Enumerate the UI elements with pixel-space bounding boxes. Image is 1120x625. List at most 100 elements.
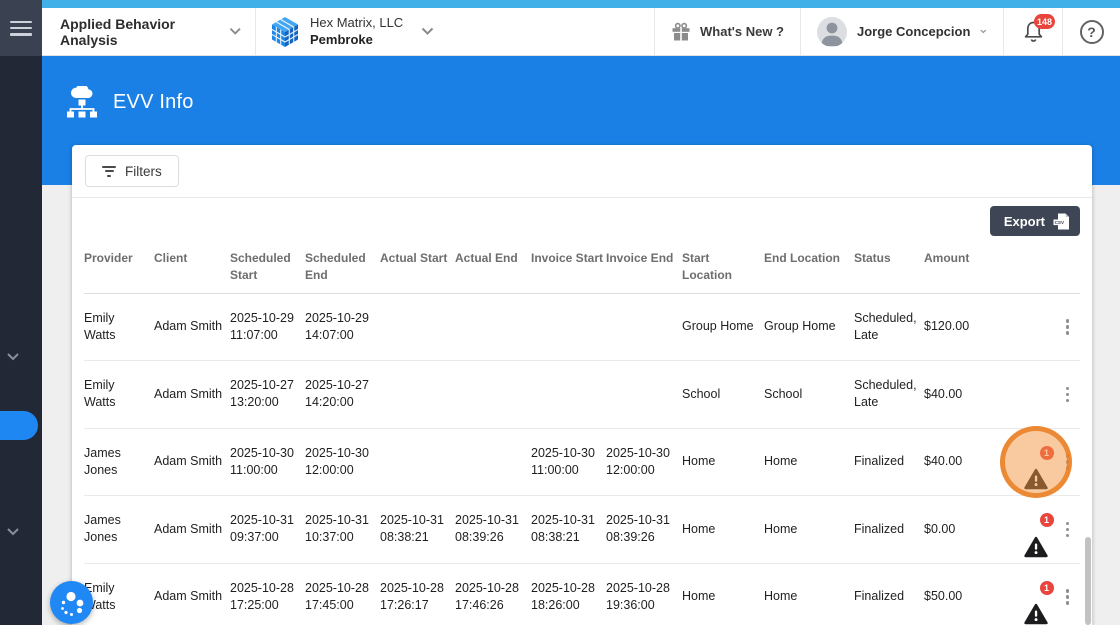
start-location-cell: School bbox=[682, 360, 764, 429]
provider-cell: James Jones bbox=[84, 495, 154, 564]
row-menu-button[interactable] bbox=[1063, 317, 1073, 337]
invoice-start-cell bbox=[531, 360, 606, 429]
provider-cell: James Jones bbox=[84, 428, 154, 497]
cookie-settings-button[interactable] bbox=[50, 581, 93, 624]
start-location-cell: Group Home bbox=[682, 293, 764, 362]
scheduled-end-cell: 2025-10-31 10:37:00 bbox=[305, 495, 380, 564]
scrollbar-thumb[interactable] bbox=[1085, 537, 1091, 625]
export-csv-button[interactable]: Export CSV bbox=[989, 206, 1080, 236]
filters-bar: Filters bbox=[72, 145, 1092, 198]
scheduled-end-cell: 2025-10-27 14:20:00 bbox=[305, 360, 380, 429]
end-location-cell: Home bbox=[764, 428, 854, 497]
invoice-start-cell: 2025-10-28 18:26:00 bbox=[531, 563, 606, 625]
cookie-icon bbox=[60, 591, 83, 616]
row-menu-button[interactable] bbox=[1063, 587, 1073, 607]
table-row: Emily Watts Adam Smith 2025-10-28 17:25:… bbox=[84, 563, 1080, 625]
provider-cell: Emily Watts bbox=[84, 293, 154, 362]
topbar: Applied Behavior Analysis Hex Matrix, LL… bbox=[42, 8, 1120, 56]
notifications-button[interactable]: 148 bbox=[1003, 8, 1062, 55]
warning-indicator[interactable]: 1 bbox=[1023, 445, 1054, 490]
evv-table-card: Filters Export CSV Provider Client Sched… bbox=[72, 145, 1092, 625]
start-location-cell: Home bbox=[682, 563, 764, 625]
sidebar-active-indicator[interactable] bbox=[0, 411, 38, 440]
evv-table: Provider Client Scheduled Start Schedule… bbox=[84, 244, 1080, 625]
scheduled-end-cell: 2025-10-30 12:00:00 bbox=[305, 428, 380, 497]
scheduled-end-cell: 2025-10-28 17:45:00 bbox=[305, 563, 380, 625]
actions-cell: 1 bbox=[998, 563, 1080, 625]
client-cell: Adam Smith bbox=[154, 495, 230, 564]
product-name: Applied Behavior Analysis bbox=[60, 15, 176, 48]
end-location-cell: School bbox=[764, 360, 854, 429]
actual-end-cell: 2025-10-28 17:46:26 bbox=[455, 563, 531, 625]
actions-cell bbox=[998, 360, 1080, 429]
actual-start-cell: 2025-10-28 17:26:17 bbox=[380, 563, 455, 625]
actual-end-cell: 2025-10-31 08:39:26 bbox=[455, 495, 531, 564]
col-header-actual-end: Actual End bbox=[455, 244, 531, 294]
client-cell: Adam Smith bbox=[154, 293, 230, 362]
scheduled-start-cell: 2025-10-30 11:00:00 bbox=[230, 428, 305, 497]
col-header-scheduled-end: Scheduled End bbox=[305, 244, 380, 294]
row-menu-button[interactable] bbox=[1063, 385, 1073, 405]
actual-end-cell bbox=[455, 293, 531, 362]
table-header-row: Provider Client Scheduled Start Schedule… bbox=[84, 244, 1080, 294]
col-header-amount: Amount bbox=[924, 244, 998, 294]
invoice-end-cell bbox=[606, 360, 682, 429]
status-cell: Scheduled, Late bbox=[854, 360, 924, 429]
client-cell: Adam Smith bbox=[154, 428, 230, 497]
row-menu-button[interactable] bbox=[1063, 452, 1073, 472]
provider-cell: Emily Watts bbox=[84, 360, 154, 429]
user-menu[interactable]: Jorge Concepcion bbox=[800, 8, 1003, 55]
help-button[interactable]: ? bbox=[1062, 8, 1120, 55]
question-mark-icon: ? bbox=[1079, 19, 1104, 44]
client-cell: Adam Smith bbox=[154, 360, 230, 429]
sidebar bbox=[0, 0, 42, 625]
actions-cell: 1 bbox=[998, 495, 1080, 564]
csv-file-icon: CSV bbox=[1053, 213, 1069, 229]
col-header-actions bbox=[998, 244, 1080, 294]
whats-new-button[interactable]: What's New ? bbox=[654, 8, 800, 55]
notification-count-badge: 148 bbox=[1034, 14, 1056, 29]
end-location-cell: Group Home bbox=[764, 293, 854, 362]
warning-count-badge: 1 bbox=[1039, 580, 1054, 595]
chevron-down-icon bbox=[980, 29, 987, 34]
sidebar-chevron-down-icon[interactable] bbox=[6, 352, 20, 362]
hamburger-icon bbox=[10, 20, 32, 36]
export-label: Export bbox=[1003, 213, 1045, 229]
sidebar-menu-button[interactable] bbox=[0, 0, 42, 56]
col-header-provider: Provider bbox=[84, 244, 154, 294]
export-row: Export CSV bbox=[84, 198, 1080, 244]
product-switcher[interactable]: Applied Behavior Analysis bbox=[42, 8, 256, 55]
organization-switcher[interactable]: Hex Matrix, LLC Pembroke bbox=[256, 8, 434, 55]
warning-count-badge: 1 bbox=[1039, 513, 1054, 528]
org-name: Hex Matrix, LLC bbox=[310, 14, 404, 30]
col-header-end-location: End Location bbox=[764, 244, 854, 294]
gift-icon bbox=[672, 22, 690, 40]
whats-new-label: What's New ? bbox=[700, 24, 784, 39]
warning-indicator[interactable]: 1 bbox=[1023, 513, 1054, 557]
actual-end-cell bbox=[455, 428, 531, 497]
actual-start-cell bbox=[380, 428, 455, 497]
warning-triangle-icon bbox=[1023, 603, 1048, 625]
provider-cell: Emily Watts bbox=[84, 563, 154, 625]
col-header-status: Status bbox=[854, 244, 924, 294]
cube-logo-icon bbox=[271, 16, 299, 47]
scheduled-start-cell: 2025-10-31 09:37:00 bbox=[230, 495, 305, 564]
actions-cell bbox=[998, 293, 1080, 362]
scheduled-start-cell: 2025-10-28 17:25:00 bbox=[230, 563, 305, 625]
warning-count-badge: 1 bbox=[1039, 445, 1054, 460]
page-title: EVV Info bbox=[113, 90, 194, 113]
client-cell: Adam Smith bbox=[154, 563, 230, 625]
actual-end-cell bbox=[455, 360, 531, 429]
col-header-invoice-start: Invoice Start bbox=[531, 244, 606, 294]
table-row: James Jones Adam Smith 2025-10-31 09:37:… bbox=[84, 495, 1080, 564]
filters-button[interactable]: Filters bbox=[85, 155, 179, 187]
chevron-down-icon bbox=[421, 27, 434, 35]
row-menu-button[interactable] bbox=[1063, 520, 1073, 540]
avatar bbox=[817, 16, 847, 47]
invoice-end-cell: 2025-10-28 19:36:00 bbox=[606, 563, 682, 625]
sidebar-chevron-down-icon[interactable] bbox=[6, 527, 20, 537]
amount-cell: $120.00 bbox=[924, 293, 998, 362]
invoice-end-cell: 2025-10-30 12:00:00 bbox=[606, 428, 682, 497]
warning-indicator[interactable]: 1 bbox=[1023, 580, 1054, 625]
